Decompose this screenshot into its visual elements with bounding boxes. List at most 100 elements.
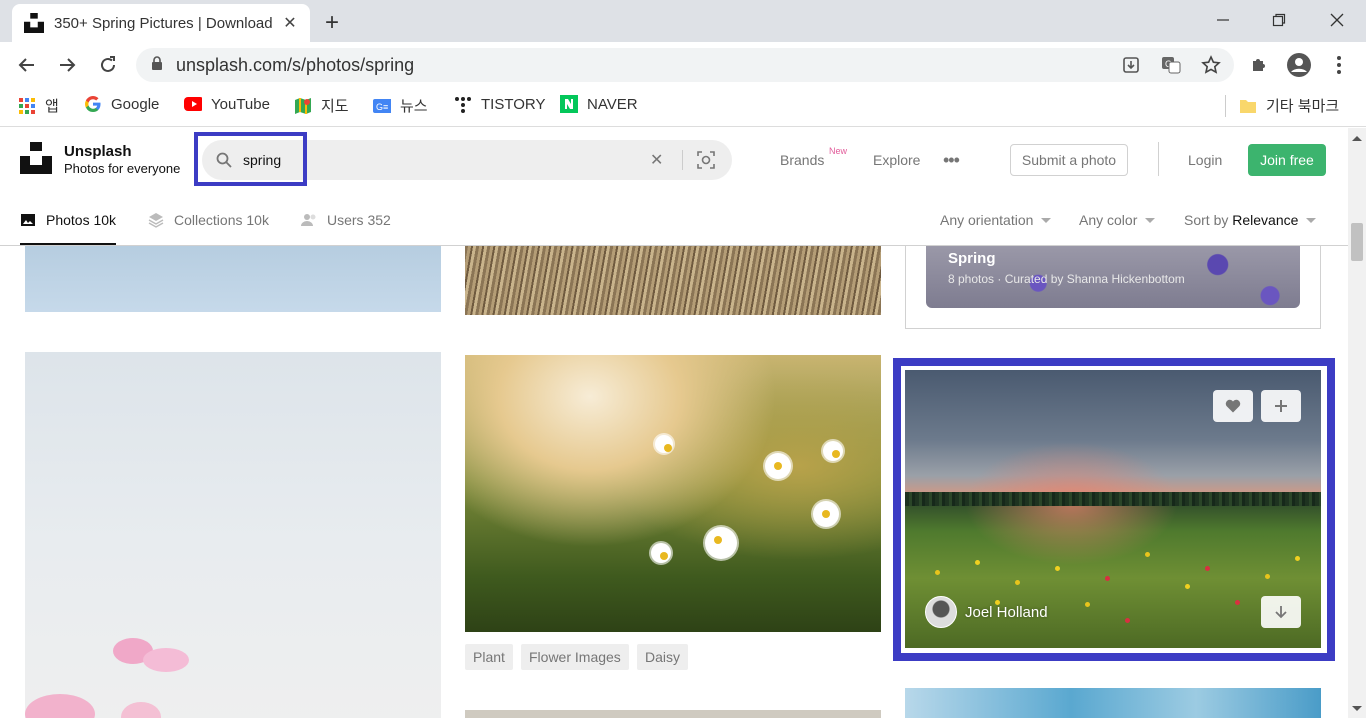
tag-plant[interactable]: Plant bbox=[465, 644, 513, 670]
download-arrow-icon bbox=[1275, 606, 1287, 619]
scrollbar-thumb[interactable] bbox=[1351, 223, 1363, 261]
orientation-dropdown[interactable]: Any orientation bbox=[940, 212, 1052, 228]
active-tab-underline bbox=[20, 243, 116, 245]
unsplash-favicon-icon bbox=[24, 13, 44, 33]
visual-search-icon[interactable] bbox=[697, 151, 715, 174]
daisy-flower bbox=[705, 527, 737, 559]
minimize-icon[interactable] bbox=[1203, 8, 1243, 32]
tab-title: 350+ Spring Pictures | Download bbox=[54, 14, 273, 32]
install-app-icon[interactable] bbox=[1120, 54, 1142, 76]
login-link[interactable]: Login bbox=[1188, 152, 1222, 168]
profile-icon[interactable] bbox=[1286, 52, 1312, 78]
new-tab-icon[interactable]: + bbox=[325, 9, 339, 37]
youtube-icon bbox=[184, 95, 202, 113]
brand-name[interactable]: Unsplash bbox=[64, 143, 132, 160]
tag-flower-images[interactable]: Flower Images bbox=[521, 644, 629, 670]
site-header: Unsplash Photos for everyone spring ✕ Br… bbox=[0, 128, 1348, 192]
color-label: Any color bbox=[1079, 212, 1138, 228]
reload-icon[interactable] bbox=[95, 52, 121, 78]
header-divider bbox=[1158, 142, 1159, 176]
bookmark-youtube[interactable]: YouTube bbox=[184, 95, 270, 113]
brand-tagline: Photos for everyone bbox=[64, 161, 181, 176]
bookmark-apps[interactable]: 앱 bbox=[18, 95, 59, 116]
tab-collections[interactable]: Collections 10k bbox=[148, 212, 269, 228]
bookmark-naver[interactable]: NAVER bbox=[560, 95, 638, 113]
bookmark-label: NAVER bbox=[587, 95, 638, 113]
daisy-flower bbox=[651, 543, 671, 563]
bookmarks-bar: 앱 Google YouTube 지도 G≡ 뉴스 TISTORY NAVER bbox=[0, 87, 1366, 127]
naver-icon bbox=[560, 95, 578, 113]
back-icon[interactable] bbox=[14, 52, 40, 78]
close-window-icon[interactable] bbox=[1317, 8, 1357, 32]
chevron-down-icon bbox=[1145, 217, 1156, 223]
color-dropdown[interactable]: Any color bbox=[1079, 212, 1156, 228]
sort-dropdown[interactable]: Sort by Relevance bbox=[1184, 212, 1317, 228]
nav-explore[interactable]: Explore bbox=[873, 152, 920, 168]
url-text: unsplash.com/s/photos/spring bbox=[176, 54, 415, 75]
sort-prefix: Sort by bbox=[1184, 212, 1229, 228]
join-free-button[interactable]: Join free bbox=[1248, 144, 1326, 176]
bookmark-label: 뉴스 bbox=[400, 98, 428, 115]
photo-wildflower-meadow[interactable]: Joel Holland bbox=[905, 370, 1321, 648]
tab-label: Users 352 bbox=[327, 212, 391, 228]
other-bookmarks-label: 기타 북마크 bbox=[1266, 98, 1340, 115]
tistory-icon bbox=[454, 95, 472, 113]
daisy-flower bbox=[765, 453, 791, 479]
photo-icon bbox=[20, 212, 36, 228]
author-name[interactable]: Joel Holland bbox=[965, 604, 1048, 621]
collection-card[interactable]: Spring 8 photos · Curated by Shanna Hick… bbox=[905, 246, 1321, 329]
clear-search-icon[interactable]: ✕ bbox=[650, 150, 663, 170]
scroll-up-icon[interactable] bbox=[1352, 136, 1362, 141]
browser-tabstrip: 350+ Spring Pictures | Download ✕ + bbox=[0, 0, 1366, 42]
add-to-collection-button[interactable] bbox=[1261, 390, 1301, 422]
page-scrollbar[interactable] bbox=[1348, 128, 1366, 718]
scroll-down-icon[interactable] bbox=[1352, 706, 1362, 711]
download-button[interactable] bbox=[1261, 596, 1301, 628]
forward-icon[interactable] bbox=[54, 52, 80, 78]
nav-brands[interactable]: Brands bbox=[780, 152, 824, 168]
flower-petal bbox=[25, 694, 95, 718]
photo-dry-grass[interactable] bbox=[465, 246, 881, 315]
translate-icon[interactable]: G bbox=[1160, 54, 1182, 76]
maps-icon bbox=[294, 97, 312, 115]
photo-daisies[interactable] bbox=[465, 355, 881, 632]
news-icon: G≡ bbox=[373, 97, 391, 115]
address-bar[interactable]: unsplash.com/s/photos/spring G bbox=[136, 48, 1234, 82]
tab-photos[interactable]: Photos 10k bbox=[20, 212, 116, 228]
extensions-icon[interactable] bbox=[1246, 52, 1272, 78]
photo-sky[interactable] bbox=[25, 246, 441, 312]
tab-close-icon[interactable]: ✕ bbox=[280, 13, 300, 33]
unsplash-logo-icon[interactable] bbox=[20, 142, 52, 174]
filter-bar: Photos 10k Collections 10k Users 352 Any… bbox=[0, 192, 1348, 246]
sort-value: Relevance bbox=[1232, 212, 1299, 228]
new-badge: New bbox=[829, 146, 848, 156]
plus-icon bbox=[1275, 400, 1287, 412]
photo-partial[interactable] bbox=[465, 710, 881, 718]
bookmark-tistory[interactable]: TISTORY bbox=[454, 95, 545, 113]
photo-cosmos-flowers[interactable] bbox=[25, 352, 441, 718]
heart-icon bbox=[1225, 399, 1241, 413]
orientation-label: Any orientation bbox=[940, 212, 1034, 228]
browser-menu-icon[interactable] bbox=[1326, 52, 1352, 78]
other-bookmarks[interactable]: 기타 북마크 bbox=[1239, 95, 1339, 116]
chevron-down-icon bbox=[1306, 217, 1317, 223]
tag-daisy[interactable]: Daisy bbox=[637, 644, 689, 670]
avatar[interactable] bbox=[925, 596, 957, 628]
submit-photo-button[interactable]: Submit a photo bbox=[1010, 144, 1128, 176]
svg-text:G≡: G≡ bbox=[376, 102, 388, 112]
bookmark-star-icon[interactable] bbox=[1200, 54, 1222, 76]
folder-icon bbox=[1239, 97, 1257, 115]
browser-tab[interactable]: 350+ Spring Pictures | Download ✕ bbox=[12, 4, 310, 42]
more-icon[interactable]: ••• bbox=[943, 150, 960, 171]
bookmark-maps[interactable]: 지도 bbox=[294, 95, 349, 116]
flower-petal bbox=[143, 648, 189, 672]
daisy-flower bbox=[823, 441, 843, 461]
bookmark-label: YouTube bbox=[211, 95, 270, 113]
bookmark-news[interactable]: G≡ 뉴스 bbox=[373, 95, 428, 116]
like-button[interactable] bbox=[1213, 390, 1253, 422]
daisy-flower bbox=[813, 501, 839, 527]
tab-users[interactable]: Users 352 bbox=[301, 212, 391, 228]
restore-icon[interactable] bbox=[1259, 8, 1299, 32]
bookmark-google[interactable]: Google bbox=[84, 95, 159, 113]
photo-blue-partial[interactable] bbox=[905, 688, 1321, 718]
